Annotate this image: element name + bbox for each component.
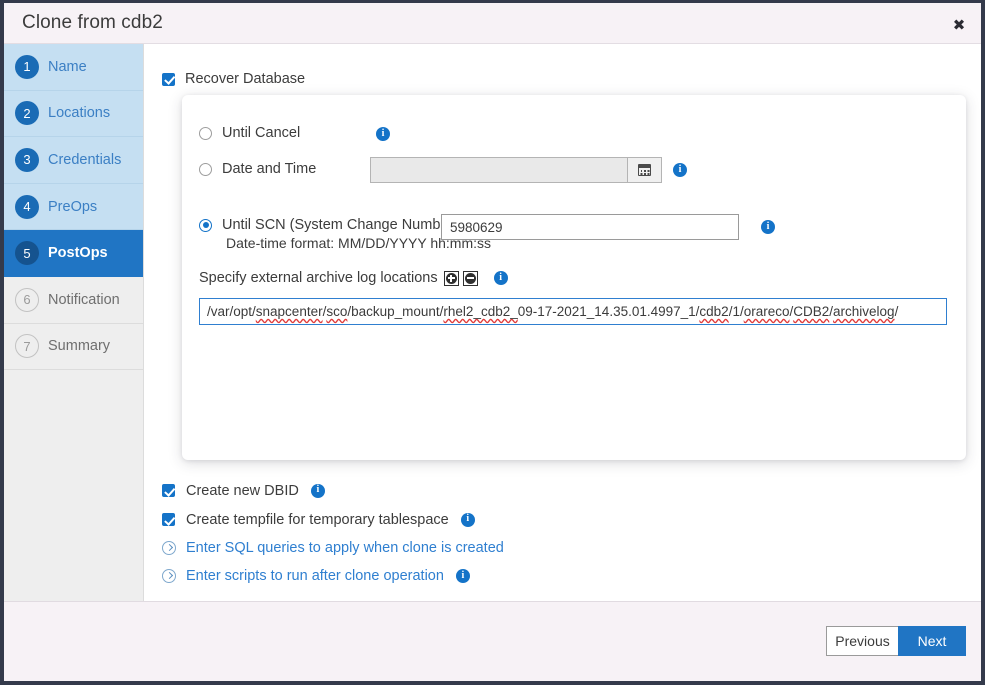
date-and-time-field-group: i — [370, 157, 687, 183]
date-and-time-input[interactable] — [370, 157, 628, 183]
archive-log-path-text: /var/opt/snapcenter/sco/backup_mount/rhe… — [207, 304, 898, 319]
chevron-right-circle-icon — [162, 569, 176, 583]
create-new-dbid-row: Create new DBID i — [162, 476, 504, 505]
plus-icon[interactable] — [444, 271, 459, 286]
sidebar-item-notification[interactable]: 6 Notification — [4, 277, 143, 324]
next-button[interactable]: Next — [898, 626, 966, 656]
calendar-icon[interactable] — [628, 157, 662, 183]
post-clone-options: Create new DBID i Create tempfile for te… — [162, 476, 504, 590]
recover-database-checkbox[interactable] — [162, 73, 175, 86]
sidebar-item-postops[interactable]: 5 PostOps — [4, 230, 143, 277]
wizard-steps-sidebar: 1 Name 2 Locations 3 Credentials 4 PreOp… — [4, 44, 143, 601]
until-scn-input[interactable] — [441, 214, 739, 240]
recover-database-label: Recover Database — [185, 71, 305, 87]
close-icon[interactable]: ✖ — [949, 15, 969, 35]
step-number: 4 — [15, 195, 39, 219]
info-icon[interactable]: i — [673, 163, 687, 177]
create-tempfile-checkbox[interactable] — [162, 513, 175, 526]
sidebar-item-label: Credentials — [48, 152, 121, 168]
date-and-time-row: Date and Time — [199, 161, 316, 177]
archive-log-locations-label: Specify external archive log locations — [199, 270, 438, 286]
recovery-options-card: Until Cancel i Date and Time i Date-time… — [182, 95, 966, 460]
scripts-expander[interactable]: Enter scripts to run after clone operati… — [162, 562, 504, 590]
until-cancel-info: i — [376, 127, 390, 141]
step-number: 2 — [15, 101, 39, 125]
create-new-dbid-label: Create new DBID — [186, 483, 299, 499]
info-icon[interactable]: i — [456, 569, 470, 583]
info-icon[interactable]: i — [494, 271, 508, 285]
sidebar-item-label: Name — [48, 59, 87, 75]
until-cancel-radio[interactable] — [199, 127, 212, 140]
until-cancel-row: Until Cancel — [199, 125, 300, 141]
create-tempfile-row: Create tempfile for temporary tablespace… — [162, 505, 504, 534]
archive-log-path-input[interactable]: /var/opt/snapcenter/sco/backup_mount/rhe… — [199, 298, 947, 325]
create-new-dbid-checkbox[interactable] — [162, 484, 175, 497]
step-number: 5 — [15, 241, 39, 265]
step-number: 3 — [15, 148, 39, 172]
clone-wizard-dialog: Clone from cdb2 ✖ 1 Name 2 Locations 3 C… — [0, 0, 985, 685]
sql-queries-expander[interactable]: Enter SQL queries to apply when clone is… — [162, 534, 504, 562]
until-cancel-label: Until Cancel — [222, 125, 300, 141]
info-icon[interactable]: i — [311, 484, 325, 498]
sidebar-item-locations[interactable]: 2 Locations — [4, 91, 143, 138]
minus-icon[interactable] — [463, 271, 478, 286]
date-and-time-label: Date and Time — [222, 161, 316, 177]
create-tempfile-label: Create tempfile for temporary tablespace — [186, 512, 449, 528]
sidebar-item-label: Summary — [48, 338, 110, 354]
archive-log-locations-row: Specify external archive log locations i — [199, 270, 508, 286]
until-scn-row: Until SCN (System Change Number) — [199, 217, 458, 233]
sidebar-item-name[interactable]: 1 Name — [4, 44, 143, 91]
sidebar-item-label: PostOps — [48, 245, 108, 261]
sidebar-item-label: Locations — [48, 105, 110, 121]
sidebar-item-label: PreOps — [48, 199, 97, 215]
sidebar-item-preops[interactable]: 4 PreOps — [4, 184, 143, 231]
sidebar-item-summary[interactable]: 7 Summary — [4, 324, 143, 371]
previous-button[interactable]: Previous — [826, 626, 899, 656]
until-scn-label: Until SCN (System Change Number) — [222, 217, 458, 233]
info-icon[interactable]: i — [761, 220, 775, 234]
until-scn-field-group: i — [441, 214, 775, 240]
page-title: Clone from cdb2 — [22, 12, 163, 34]
until-scn-radio[interactable] — [199, 219, 212, 232]
postops-panel: Recover Database Until Cancel i Date and… — [143, 44, 981, 601]
step-number: 1 — [15, 55, 39, 79]
recover-database-row: Recover Database — [162, 71, 305, 87]
step-number: 7 — [15, 334, 39, 358]
dialog-footer: Previous Next — [4, 601, 981, 681]
sql-queries-label: Enter SQL queries to apply when clone is… — [186, 540, 504, 556]
info-icon[interactable]: i — [461, 513, 475, 527]
info-icon[interactable]: i — [376, 127, 390, 141]
scripts-label: Enter scripts to run after clone operati… — [186, 568, 444, 584]
sidebar-item-credentials[interactable]: 3 Credentials — [4, 137, 143, 184]
step-number: 6 — [15, 288, 39, 312]
sidebar-item-label: Notification — [48, 292, 120, 308]
dialog-header: Clone from cdb2 ✖ — [4, 3, 981, 44]
date-and-time-radio[interactable] — [199, 163, 212, 176]
chevron-right-circle-icon — [162, 541, 176, 555]
